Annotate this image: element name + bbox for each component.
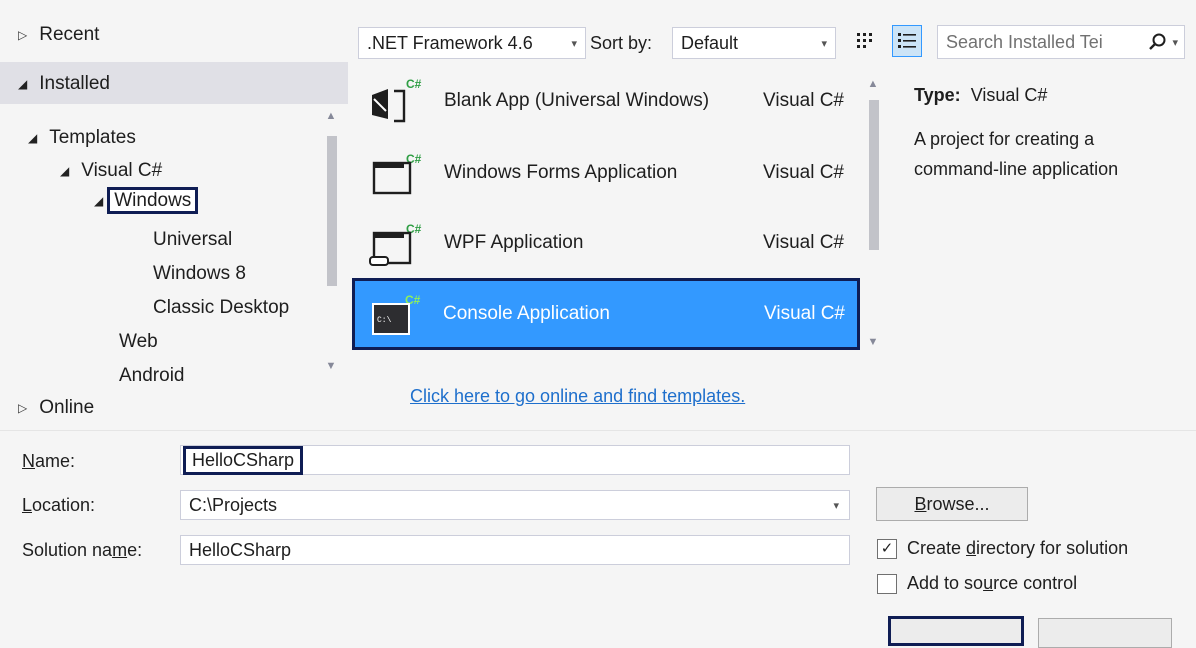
blank-app-icon: C# [366,75,422,127]
scroll-thumb[interactable] [327,136,337,286]
collapse-arrow-icon: ◢ [94,193,104,208]
console-icon: C# C:\ [365,288,421,340]
sort-dropdown[interactable]: Default ▾ [672,27,836,59]
chevron-down-icon[interactable]: ▾ [833,499,839,512]
scroll-down-icon[interactable]: ▼ [324,360,338,372]
browse-button[interactable]: Browse... [876,487,1028,521]
template-type: Type: Visual C# [914,85,1048,105]
template-name: Blank App (Universal Windows) [444,90,710,111]
template-language: Visual C# [763,232,844,253]
template-name: Console Application [443,303,610,324]
sort-by-label: Sort by: [590,33,653,53]
wpf-icon: C# [366,217,422,269]
cancel-button[interactable] [1038,618,1172,648]
solution-name-field[interactable]: HelloCSharp [180,535,850,565]
template-item-selected[interactable]: C# C:\ Console Application Visual C# [352,278,860,350]
expand-arrow-icon: ▷ [18,400,28,415]
name-label: Name: [22,451,76,471]
scroll-down-icon[interactable]: ▼ [866,336,880,348]
tree-item-templates[interactable]: ◢ Templates [28,127,136,149]
template-list-scrollbar[interactable]: ▲ ▼ [866,78,880,356]
search-icon[interactable]: ▾ [1148,32,1178,52]
add-to-source-control-checkbox[interactable]: Add to source control [877,573,1077,594]
tree-scrollbar[interactable]: ▲ ▼ [324,110,338,380]
chevron-down-icon: ▾ [571,37,577,50]
svg-text:C:\: C:\ [377,316,392,325]
tree-item-classic-desktop[interactable]: Classic Desktop [153,297,289,319]
template-language: Visual C# [763,162,844,183]
tree-item-windows8[interactable]: Windows 8 [153,263,246,285]
template-description: A project for creating a command-line ap… [914,129,1119,179]
tree-item-universal[interactable]: Universal [153,229,232,251]
template-item[interactable]: C# WPF Application Visual C# [356,210,856,276]
scroll-thumb[interactable] [869,100,879,250]
template-language: Visual C# [763,90,844,111]
search-installed-input[interactable]: Search Installed Tei ▾ [937,25,1185,59]
collapse-arrow-icon: ◢ [28,130,38,145]
ok-button[interactable] [888,616,1024,646]
tree-item-recent[interactable]: ▷ Recent [18,24,99,46]
chevron-down-icon: ▾ [821,37,827,50]
template-item[interactable]: C# Blank App (Universal Windows) Visual … [356,68,856,134]
tree-item-visual-csharp[interactable]: ◢ Visual C# [60,160,162,182]
expand-arrow-icon: ▷ [18,27,28,42]
tree-item-installed[interactable]: ◢ Installed [18,73,110,95]
checkmark-icon: ✓ [877,538,897,559]
template-item[interactable]: C# Windows Forms Application Visual C# [356,140,856,206]
collapse-arrow-icon: ◢ [60,163,70,178]
grid-view-icon[interactable] [851,25,881,57]
solution-name-label: Solution name: [22,540,143,560]
windows-forms-icon: C# [366,147,422,199]
collapse-arrow-icon: ◢ [18,76,28,91]
online-templates-link[interactable]: Click here to go online and find templat… [410,386,745,407]
name-field[interactable]: HelloCSharp [180,445,850,475]
tree-item-web[interactable]: Web [119,331,158,353]
tree-item-windows[interactable]: ◢ Windows [94,187,199,214]
create-directory-checkbox[interactable]: ✓ Create directory for solution [877,538,1128,559]
framework-dropdown[interactable]: .NET Framework 4.6 ▾ [358,27,586,59]
list-view-icon[interactable] [892,25,922,57]
scroll-up-icon[interactable]: ▲ [324,110,338,122]
template-name: Windows Forms Application [444,162,678,183]
template-name: WPF Application [444,232,584,253]
template-language: Visual C# [764,303,845,324]
tree-item-online[interactable]: ▷ Online [18,397,94,419]
tree-item-android[interactable]: Android [119,365,185,387]
location-label: Location: [22,495,96,515]
scroll-up-icon[interactable]: ▲ [866,78,880,90]
location-field[interactable]: C:\Projects ▾ [180,490,850,520]
svg-text:C#: C# [406,77,422,91]
